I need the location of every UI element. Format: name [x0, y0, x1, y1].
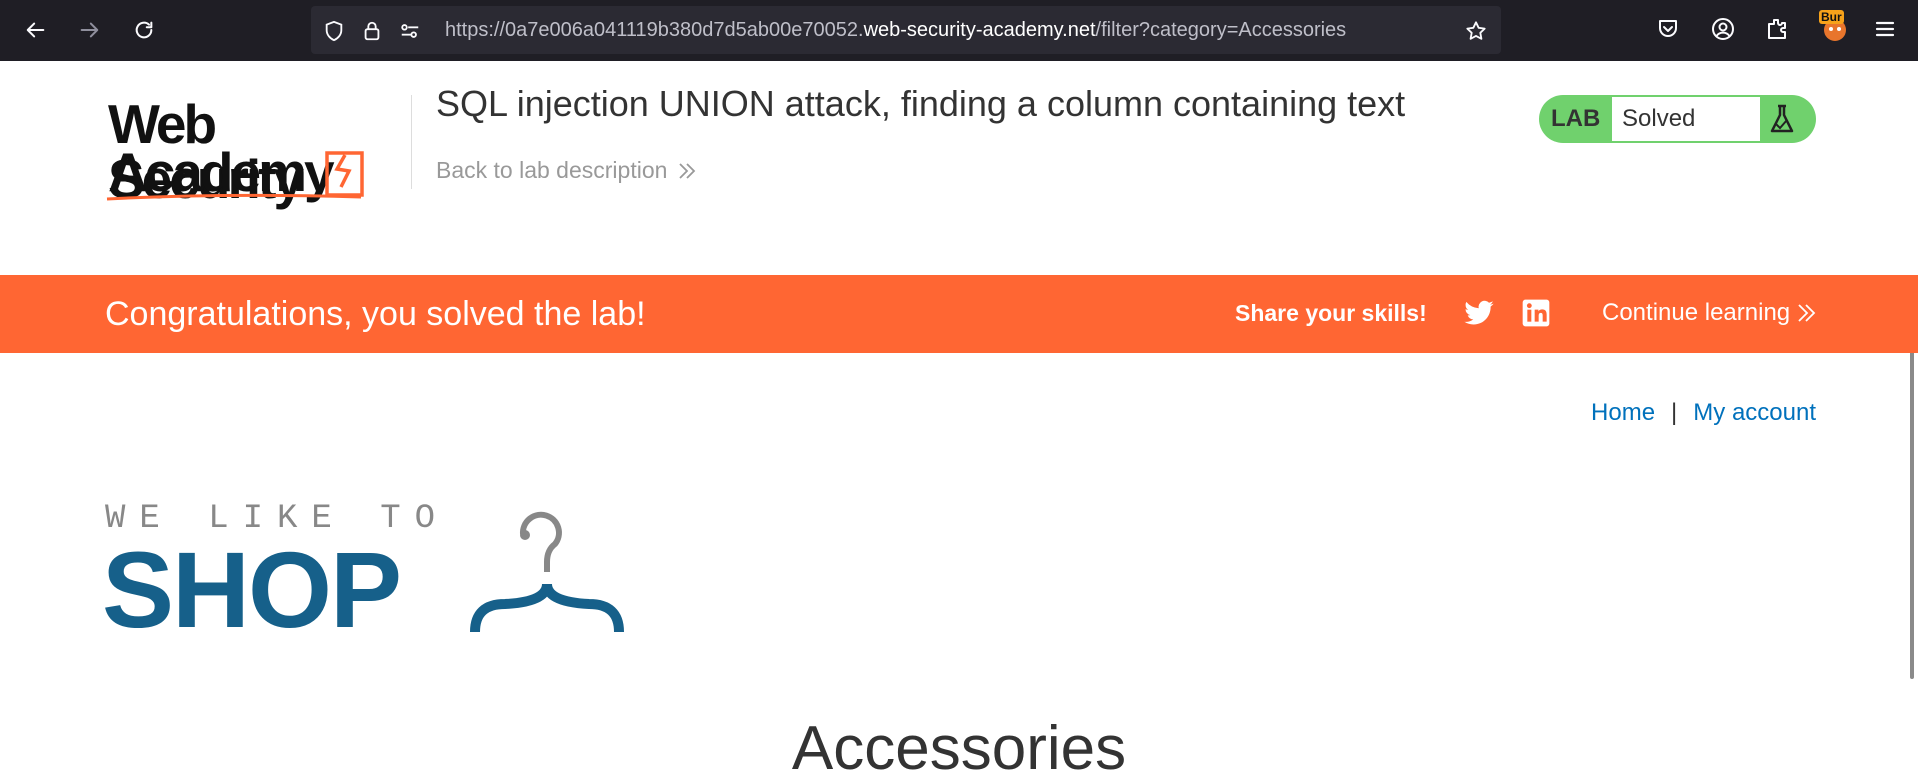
- back-to-lab-description-link[interactable]: Back to lab description: [436, 157, 697, 184]
- hanger-icon: [470, 511, 624, 633]
- back-arrow-icon[interactable]: [20, 14, 52, 46]
- double-chevron-right-icon: [1798, 304, 1816, 322]
- back-link-label: Back to lab description: [436, 157, 668, 183]
- twitter-icon[interactable]: [1463, 297, 1495, 329]
- academy-header: Web Security Academy SQL injection UNION…: [0, 61, 1918, 275]
- solved-banner: Congratulations, you solved the lab! Sha…: [0, 275, 1918, 353]
- continue-learning-link[interactable]: Continue learning: [1602, 299, 1816, 327]
- shop-top-nav: Home | My account: [1591, 399, 1816, 427]
- my-account-link[interactable]: My account: [1693, 399, 1816, 427]
- lab-status-badge: LAB Solved: [1539, 95, 1816, 143]
- burp-badge-label: Bur: [1819, 10, 1844, 24]
- reload-icon[interactable]: [128, 14, 160, 46]
- shop-logo[interactable]: WE LIKE TO SHOP: [102, 500, 635, 650]
- lock-icon[interactable]: [361, 20, 383, 42]
- congratulations-message: Congratulations, you solved the lab!: [105, 295, 646, 333]
- url-prefix: https://0a7e006a041119b380d7d5ab00e70052…: [445, 19, 864, 41]
- lab-badge-label: LAB: [1551, 105, 1601, 132]
- lab-title: SQL injection UNION attack, finding a co…: [436, 83, 1406, 124]
- permissions-icon[interactable]: [399, 20, 421, 42]
- home-link[interactable]: Home: [1591, 399, 1655, 427]
- share-skills-label: Share your skills!: [1235, 300, 1427, 326]
- bookmark-star-icon[interactable]: [1465, 20, 1487, 42]
- nav-separator: |: [1671, 399, 1678, 426]
- address-bar[interactable]: https://0a7e006a041119b380d7d5ab00e70052…: [311, 6, 1501, 54]
- shield-icon[interactable]: [323, 20, 345, 42]
- forward-arrow-icon[interactable]: [73, 14, 105, 46]
- lab-status-text: Solved: [1612, 97, 1760, 141]
- logo-mark-icon: [106, 151, 364, 201]
- shop-logo-word: SHOP: [102, 529, 402, 650]
- url-text[interactable]: https://0a7e006a041119b380d7d5ab00e70052…: [445, 19, 1346, 42]
- flask-icon: [1770, 104, 1794, 133]
- double-chevron-right-icon: [679, 162, 696, 179]
- url-host: web-security-academy.net: [863, 19, 1096, 41]
- web-security-academy-logo[interactable]: Web Security Academy: [105, 95, 405, 207]
- pocket-icon[interactable]: [1655, 16, 1681, 42]
- linkedin-icon[interactable]: [1520, 297, 1552, 329]
- extensions-icon[interactable]: [1764, 16, 1790, 42]
- continue-learning-label: Continue learning: [1602, 299, 1791, 326]
- account-icon[interactable]: [1710, 16, 1736, 42]
- browser-toolbar: https://0a7e006a041119b380d7d5ab00e70052…: [0, 0, 1918, 61]
- category-heading: Accessories: [791, 714, 1127, 783]
- url-path: /filter?category=Accessories: [1095, 19, 1347, 41]
- menu-icon[interactable]: [1872, 16, 1898, 42]
- header-divider: [411, 95, 412, 189]
